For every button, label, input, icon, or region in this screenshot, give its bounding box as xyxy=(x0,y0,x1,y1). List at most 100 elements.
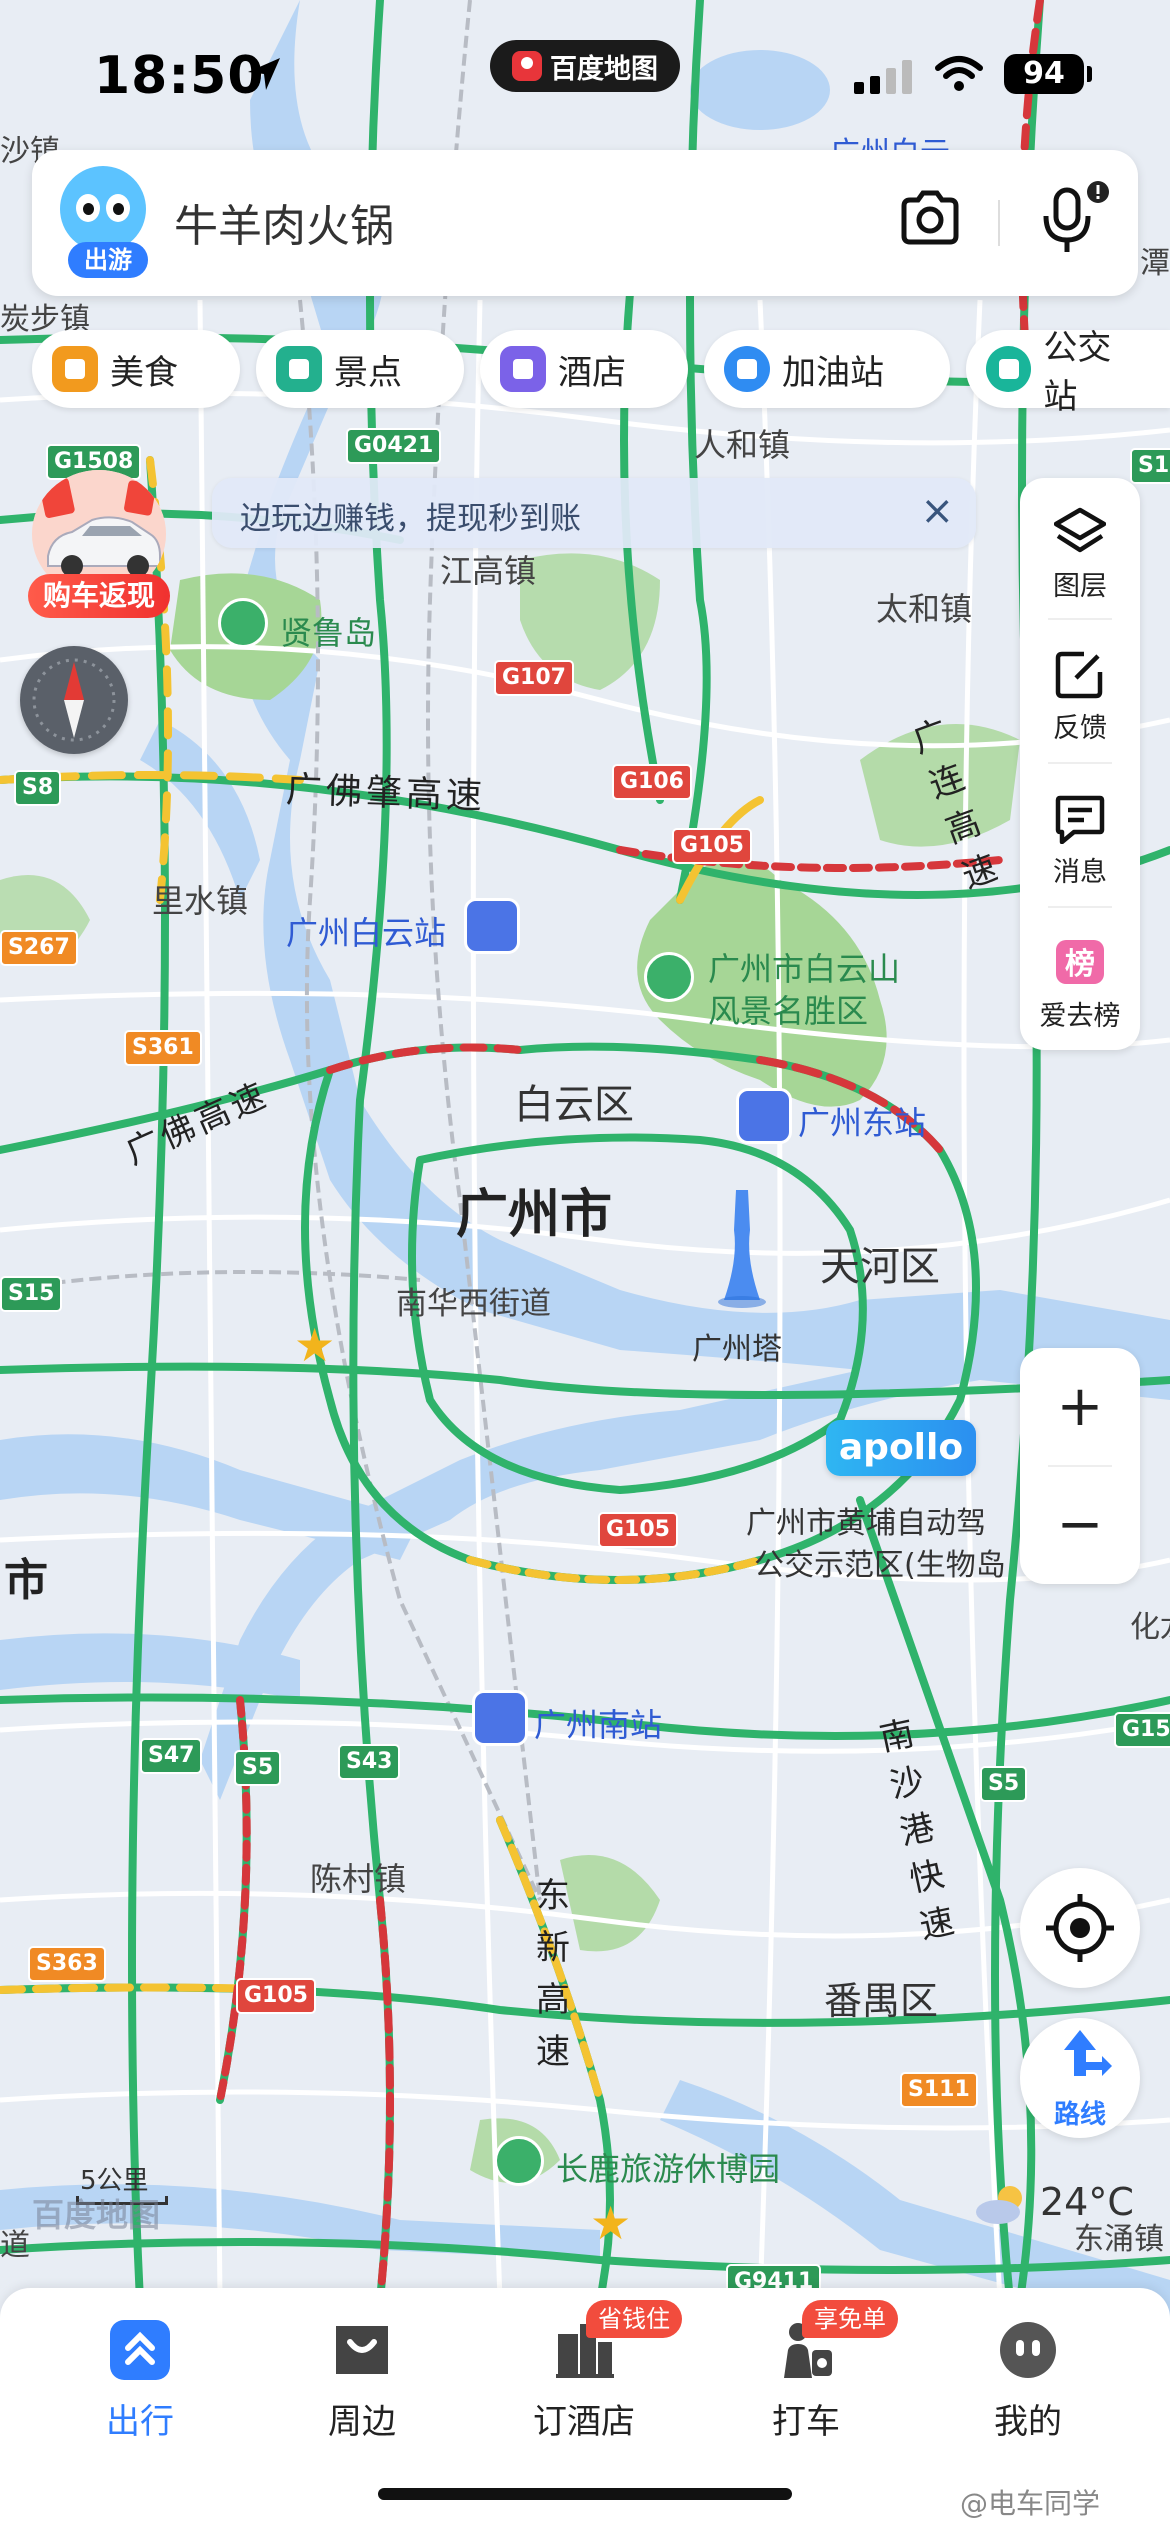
district-label: 番禺区 xyxy=(824,1979,939,2023)
feedback-button[interactable]: 反馈 xyxy=(1020,620,1140,760)
town-label: 江高镇 xyxy=(440,552,537,590)
mascot-tag: 出游 xyxy=(68,242,148,278)
station-label[interactable]: 广州东站 xyxy=(798,1098,926,1144)
close-icon[interactable]: × xyxy=(920,488,954,534)
apollo-badge[interactable]: apollo xyxy=(826,1420,976,1476)
road-shield: S5 xyxy=(980,1766,1028,1802)
credit-watermark: @电车同学 xyxy=(960,2487,1101,2520)
tool-label: 爱去榜 xyxy=(1039,1001,1121,1032)
search-input[interactable]: 牛羊肉火锅 xyxy=(174,190,394,254)
edge-label: 潭 xyxy=(1140,246,1170,281)
temperature: 24°C xyxy=(1040,2180,1134,2224)
promo-text: 边玩边赚钱，提现秒到账 xyxy=(240,501,581,537)
tab-taxi[interactable]: 打车 享免单 xyxy=(716,2300,898,2442)
compass-icon[interactable] xyxy=(20,646,128,754)
apollo-zone-label: 公交示范区(生物岛 xyxy=(754,1548,1006,1583)
message-icon xyxy=(1055,795,1105,844)
chip-label: 美食 xyxy=(110,352,178,393)
route-arrow-icon xyxy=(1064,2030,1112,2076)
zoom-control: + − xyxy=(1020,1348,1140,1584)
status-time: 18:50 xyxy=(94,46,265,106)
route-label: 路线 xyxy=(1053,2100,1106,2130)
road-shield: S15 xyxy=(0,1276,63,1312)
canton-tower-icon[interactable] xyxy=(716,1190,768,1310)
tool-label: 图层 xyxy=(1053,571,1107,602)
tab-label: 周边 xyxy=(328,2402,396,2442)
train-station-icon[interactable] xyxy=(472,1690,528,1746)
road-shield: S361 xyxy=(124,1030,202,1066)
category-chip-attractions[interactable]: 景点 xyxy=(256,330,464,408)
app-indicator[interactable]: 百度地图 xyxy=(490,40,680,92)
poi-label[interactable]: 广州市白云山 xyxy=(708,944,900,990)
district-label: 天河区 xyxy=(820,1244,940,1290)
zoom-in-button[interactable]: + xyxy=(1020,1348,1140,1466)
tab-nearby[interactable]: 周边 xyxy=(272,2306,452,2442)
tab-hotel[interactable]: 订酒店 省钱住 xyxy=(494,2300,682,2442)
park-icon[interactable] xyxy=(218,598,268,648)
category-chip-gas-station[interactable]: 加油站 xyxy=(704,330,950,408)
road-shield: S267 xyxy=(0,930,78,966)
route-button[interactable]: 路线 xyxy=(1020,2018,1140,2138)
road-label: 东新高速 xyxy=(536,1876,570,2072)
station-label[interactable]: 广州南站 xyxy=(534,1700,662,1746)
profile-icon xyxy=(1000,2322,1056,2378)
poi-label[interactable]: 风景名胜区 xyxy=(708,986,868,1032)
microphone-icon[interactable] xyxy=(1032,180,1112,260)
favorite-star-icon[interactable]: ★ xyxy=(294,1318,335,1372)
baidu-maps-logo-icon xyxy=(512,51,542,81)
park-icon[interactable] xyxy=(644,952,694,1002)
weather-widget[interactable]: 24°C xyxy=(972,2180,1170,2230)
road-shield: G105 xyxy=(672,828,752,864)
category-chip-bus-stop[interactable]: 公交站 xyxy=(966,328,1170,417)
poi-label[interactable]: 长鹿旅游休博园 xyxy=(556,2144,780,2190)
train-station-icon[interactable] xyxy=(736,1088,792,1144)
category-chip-hotel[interactable]: 酒店 xyxy=(480,330,688,408)
tab-profile[interactable]: 我的 xyxy=(938,2306,1118,2442)
status-bar: 18:50 百度地图 94 xyxy=(0,40,1170,120)
attraction-icon xyxy=(276,346,322,392)
favorite-star-icon[interactable]: ★ xyxy=(590,2196,631,2250)
road-shield: S111 xyxy=(900,2072,978,2108)
town-label: 陈村镇 xyxy=(310,1860,407,1898)
chip-label: 酒店 xyxy=(558,352,626,393)
partly-cloudy-icon xyxy=(976,2186,1022,2224)
tool-label: 消息 xyxy=(1053,857,1107,888)
town-label: 里水镇 xyxy=(152,882,249,920)
locate-me-button[interactable] xyxy=(1020,1868,1140,1988)
category-chip-food[interactable]: 美食 xyxy=(32,330,240,408)
car-cashback-promo[interactable]: 购车返现 xyxy=(28,470,170,618)
battery-indicator: 94 xyxy=(1004,54,1092,94)
wifi-icon xyxy=(935,56,983,91)
chip-label: 加油站 xyxy=(782,352,884,393)
search-bar[interactable]: 出游 牛羊肉火锅 xyxy=(32,150,1138,296)
station-label[interactable]: 广州白云站 xyxy=(286,908,446,954)
town-label: 太和镇 xyxy=(876,590,973,628)
feedback-icon xyxy=(1055,651,1103,699)
road-shield: S5 xyxy=(234,1750,282,1786)
layers-button[interactable]: 图层 xyxy=(1020,478,1140,618)
apollo-zone-label: 广州市黄埔自动驾 xyxy=(746,1506,986,1541)
tab-travel[interactable]: 出行 xyxy=(50,2306,230,2442)
train-station-icon[interactable] xyxy=(464,898,520,954)
promo-badge: 省钱住 xyxy=(586,2300,682,2338)
messages-button[interactable]: 消息 xyxy=(1020,764,1140,904)
road-shield: S47 xyxy=(140,1738,203,1774)
road-shield: G105 xyxy=(236,1978,316,2014)
zoom-out-button[interactable]: − xyxy=(1020,1466,1140,1584)
road-shield: S8 xyxy=(14,770,62,806)
tab-label: 订酒店 xyxy=(533,2402,635,2442)
promo-banner[interactable]: 边玩边赚钱，提现秒到账 × xyxy=(212,478,976,548)
park-icon[interactable] xyxy=(494,2136,544,2186)
mascot-avatar-icon[interactable] xyxy=(60,166,146,252)
district-label: 白云区 xyxy=(514,1082,634,1128)
road-shield: G107 xyxy=(494,660,574,696)
chip-label: 公交站 xyxy=(1043,328,1112,417)
poi-label[interactable]: 贤鲁岛 xyxy=(280,608,376,654)
camera-icon[interactable] xyxy=(898,188,962,248)
app-name: 百度地图 xyxy=(550,53,658,85)
tab-label: 出行 xyxy=(106,2402,174,2442)
food-icon xyxy=(52,346,98,392)
poi-label[interactable]: 广州塔 xyxy=(692,1324,782,1368)
ranking-button[interactable]: 榜 爱去榜 xyxy=(1020,908,1140,1048)
bus-icon xyxy=(986,346,1032,392)
